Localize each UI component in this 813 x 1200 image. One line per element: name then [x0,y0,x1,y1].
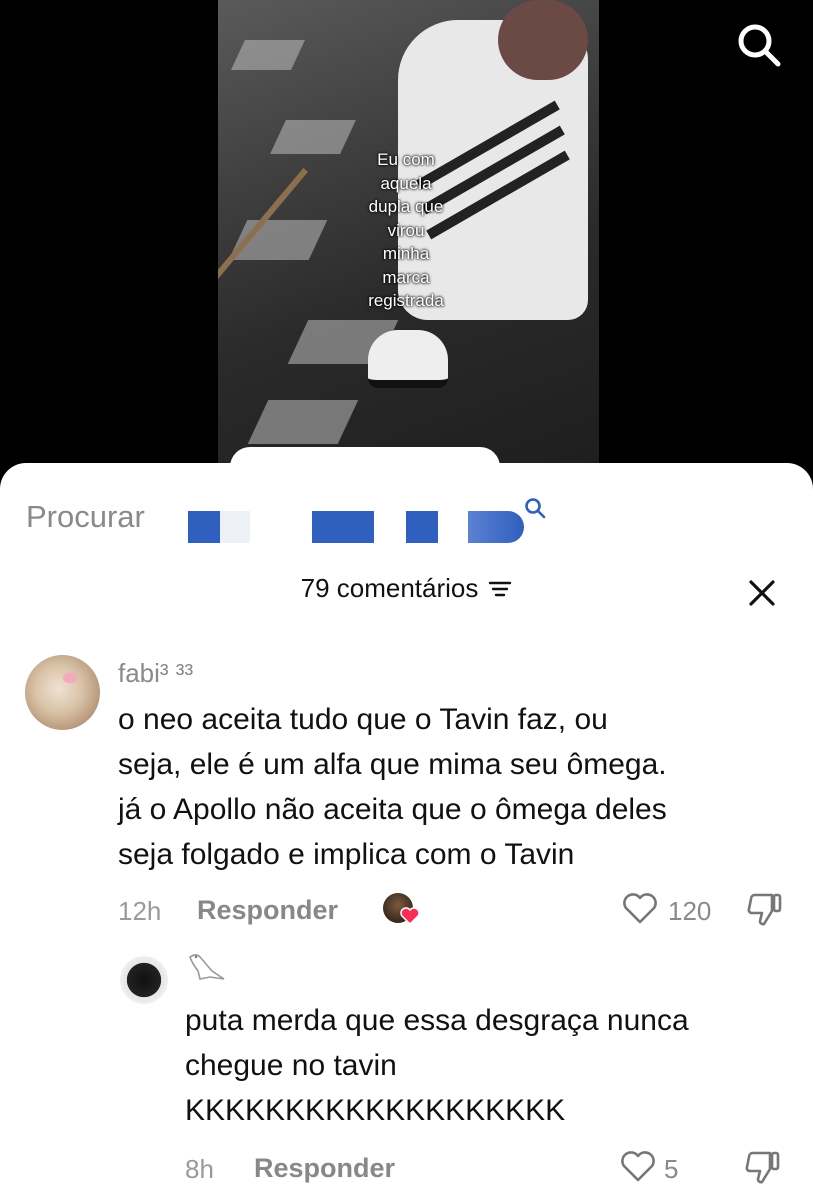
search-icon[interactable] [524,497,546,519]
dislike-icon[interactable] [744,1149,782,1185]
caption-line: Eu com [377,150,435,169]
like-heart-icon[interactable] [620,1151,656,1183]
avatar[interactable] [25,655,100,730]
filter-icon[interactable] [488,579,512,599]
creator-liked-badge [383,893,420,927]
sheet-notch [230,447,500,467]
comment-time: 12h [118,896,162,926]
comment-time: 8h [185,1154,214,1184]
avatar[interactable] [120,956,168,1004]
shoe [368,330,448,388]
comment-line: chegue no tavin [185,1049,397,1082]
comment-line: seja, ele é um alfa que mima seu ômega. [118,748,667,781]
caption-line: minha [382,244,430,263]
redaction-block [188,511,220,543]
like-count: 120 [668,896,712,926]
caption-line: aquela [380,173,432,193]
dislike-icon[interactable] [746,891,784,927]
search-suggestion[interactable]: Procurar [26,493,806,553]
comments-sheet: Procurar 79 comentários fabi³ ³³ o neo a… [0,447,813,1200]
redaction-block [406,511,438,543]
comment-line: seja folgado e implica com o Tavin [118,838,575,871]
caption-line: marca [382,267,430,287]
comments-count-title: 79 comentários [300,573,479,603]
reply-button[interactable]: Responder [254,1153,395,1184]
like-count: 5 [664,1154,679,1184]
comment-text: o neo aceita tudo que o Tavin faz, ou se… [118,697,667,877]
comment-line: já o Apollo não aceita que o ômega deles [118,793,667,826]
caption-line: registrada [368,291,444,310]
caption-line: virou [387,220,425,240]
bow-decoration [63,673,77,683]
close-icon[interactable] [748,579,776,607]
video-area[interactable]: Eu com aquela dupla que virou minha marc… [0,0,813,480]
comment-username[interactable]: fabi³ ³³ [118,658,193,689]
floor-tile [231,40,305,70]
video-caption: Eu com aquela dupla que virou minha marc… [330,148,482,313]
search-icon[interactable] [736,22,782,68]
bird-icon[interactable] [186,949,226,985]
comment-text: puta merda que essa desgraça nunca chegu… [185,998,689,1133]
caption-line: dupla que [368,197,444,216]
like-heart-icon[interactable] [622,893,658,925]
reply-button[interactable]: Responder [197,895,338,926]
person-head [498,0,588,80]
redaction-block [220,511,250,543]
heart-icon [400,907,420,925]
comment-line: puta merda que essa desgraça nunca [185,1004,689,1037]
floor-tile [247,400,359,444]
redaction-block [312,511,374,543]
comments-header: 79 comentários [0,573,813,617]
comment-line: o neo aceita tudo que o Tavin faz, ou [118,703,608,736]
search-label: Procurar [26,499,145,534]
redaction-block [468,511,524,543]
comment-line: KKKKKKKKKKKKKKKKKKK [185,1094,566,1127]
